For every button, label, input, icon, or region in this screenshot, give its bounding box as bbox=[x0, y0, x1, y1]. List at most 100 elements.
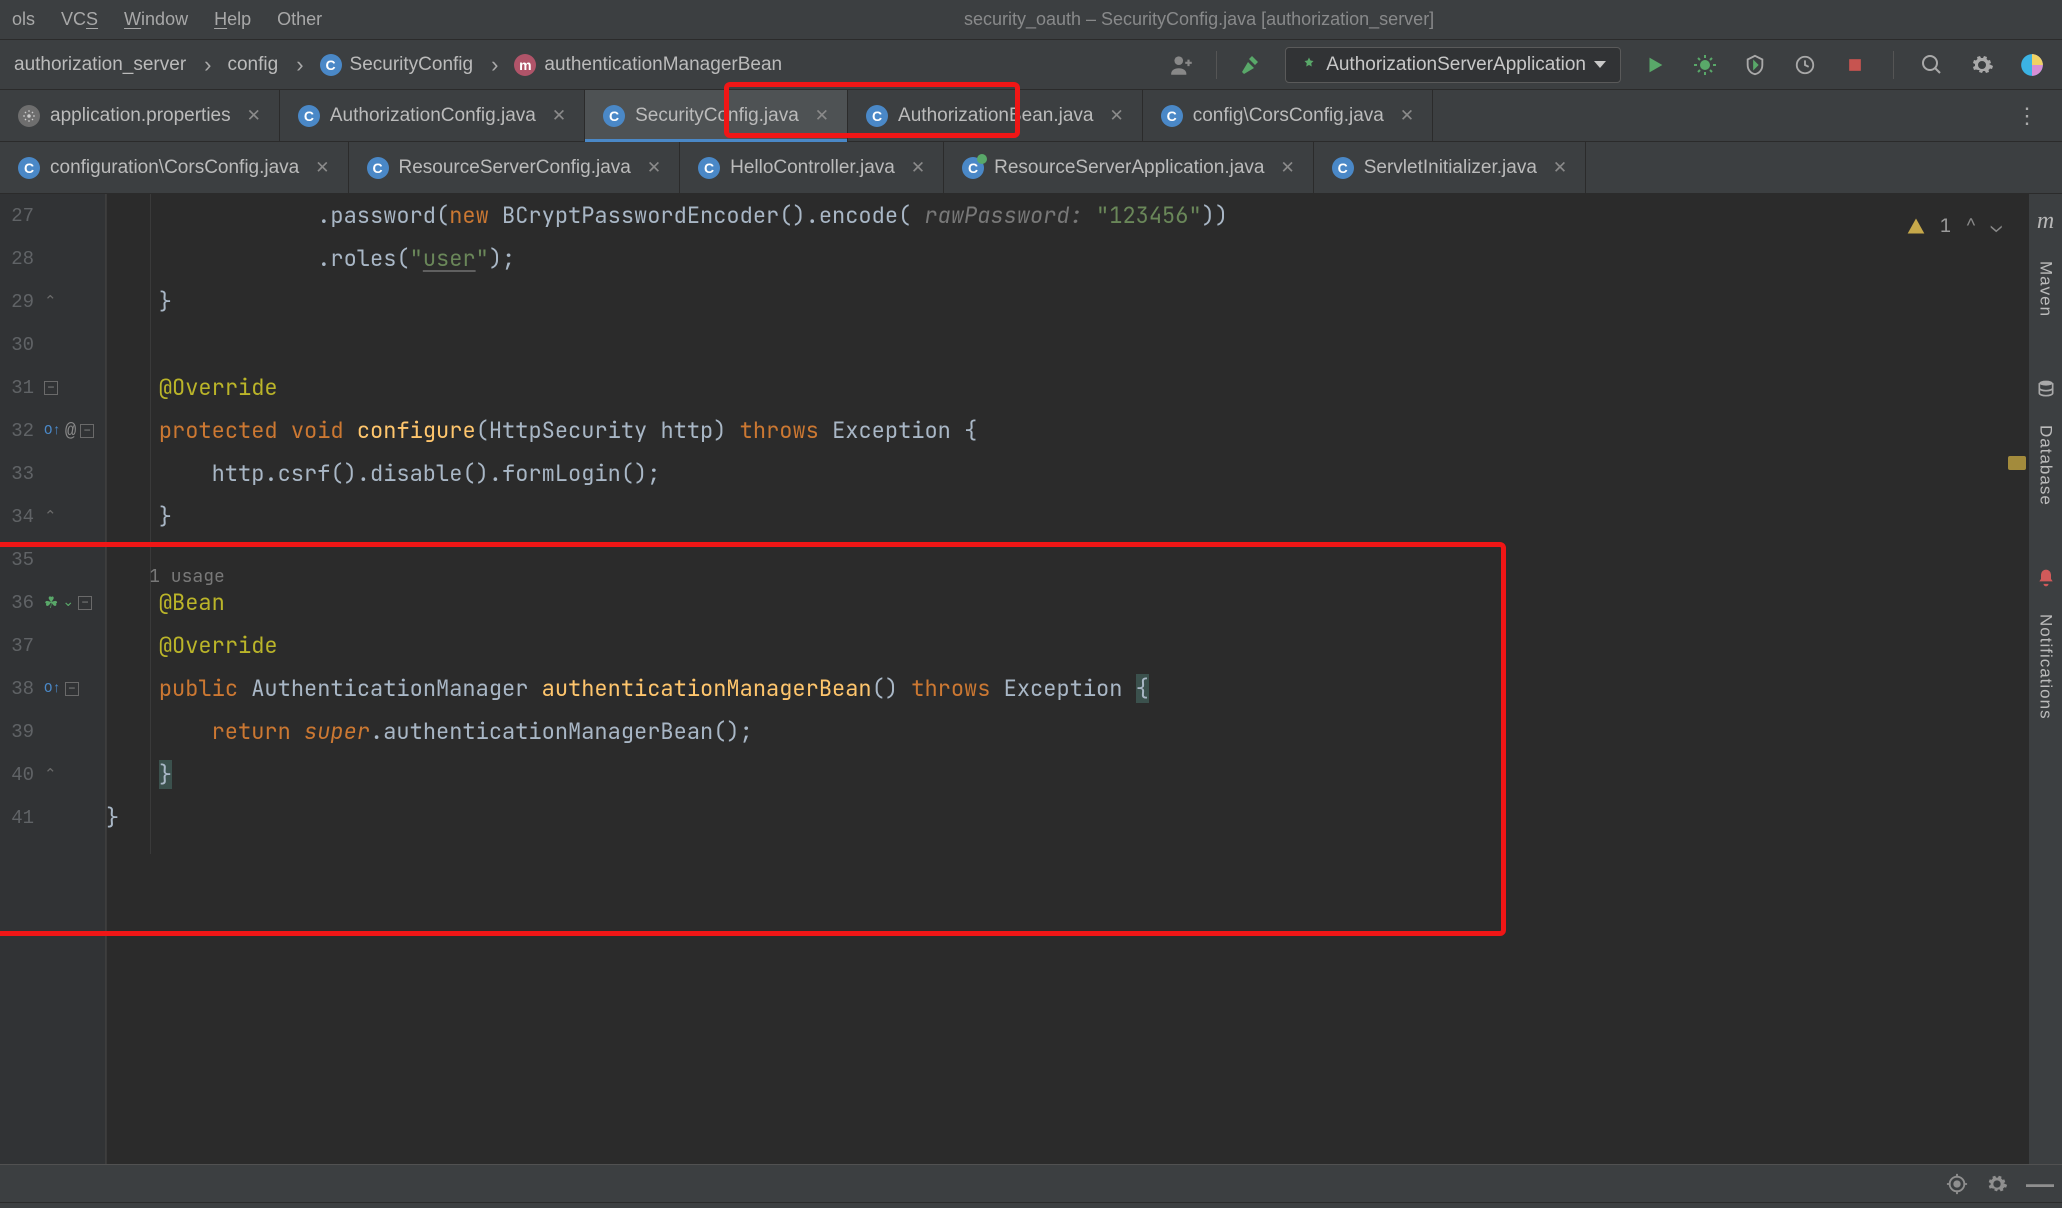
maven-tool-button[interactable]: m bbox=[2037, 208, 2054, 235]
add-user-icon[interactable] bbox=[1166, 49, 1198, 81]
override-up-icon[interactable]: O↑ bbox=[44, 681, 61, 697]
editor-tab[interactable]: CAuthorizationBean.java✕ bbox=[848, 90, 1143, 141]
properties-icon bbox=[18, 105, 40, 127]
tabs-overflow-button[interactable]: ⋮ bbox=[1996, 90, 2062, 141]
code-line: } bbox=[106, 796, 119, 839]
run-coverage-button[interactable] bbox=[1739, 49, 1771, 81]
code-line: http.csrf().disable().formLogin(); bbox=[106, 452, 660, 495]
breadcrumbs: authorization_server config CSecurityCon… bbox=[14, 52, 782, 78]
inspection-widget[interactable]: 1 ^ ⌄ bbox=[1906, 204, 2002, 247]
class-icon: C bbox=[298, 105, 320, 127]
class-icon: C bbox=[320, 54, 342, 76]
code-editor[interactable]: 1 ^ ⌄ .password(new BCryptPasswordEncode… bbox=[106, 194, 2062, 1164]
close-icon[interactable]: ✕ bbox=[1280, 158, 1294, 178]
close-icon[interactable]: ✕ bbox=[552, 106, 566, 126]
tab-label: ResourceServerApplication.java bbox=[994, 157, 1264, 179]
code-line: public AuthenticationManager authenticat… bbox=[106, 667, 1149, 710]
tab-label: configuration\CorsConfig.java bbox=[50, 157, 299, 179]
fold-end-icon[interactable]: ⌃ bbox=[44, 507, 57, 526]
editor-tab[interactable]: CHelloController.java✕ bbox=[680, 142, 944, 193]
settings-icon[interactable] bbox=[1966, 49, 1998, 81]
breadcrumb-package[interactable]: config bbox=[227, 52, 309, 78]
line-number: 30 bbox=[0, 334, 38, 356]
search-icon[interactable] bbox=[1916, 49, 1948, 81]
editor-tab[interactable]: CSecurityConfig.java✕ bbox=[585, 90, 848, 141]
notifications-label[interactable]: Notifications bbox=[2036, 614, 2056, 720]
tab-label: config\CorsConfig.java bbox=[1193, 105, 1384, 127]
debug-button[interactable] bbox=[1689, 49, 1721, 81]
notifications-icon[interactable] bbox=[2036, 568, 2056, 588]
code-line: @Override bbox=[106, 366, 278, 409]
menu-vcs[interactable]: VCS bbox=[61, 9, 98, 30]
code-line: .password(new BCryptPasswordEncoder().en… bbox=[106, 194, 1228, 237]
line-number: 40 bbox=[0, 764, 38, 786]
maven-label[interactable]: Maven bbox=[2036, 261, 2056, 317]
class-icon: C bbox=[18, 157, 40, 179]
close-icon[interactable]: ✕ bbox=[1109, 106, 1123, 126]
ide-logo-icon[interactable] bbox=[2016, 49, 2048, 81]
line-number: 39 bbox=[0, 721, 38, 743]
database-label[interactable]: Database bbox=[2036, 425, 2056, 506]
code-line: } bbox=[106, 280, 172, 323]
close-icon[interactable]: ✕ bbox=[247, 106, 261, 126]
override-up-icon[interactable]: O↑ bbox=[44, 423, 61, 439]
close-icon[interactable]: ✕ bbox=[315, 158, 329, 178]
profiler-button[interactable] bbox=[1789, 49, 1821, 81]
run-button[interactable] bbox=[1639, 49, 1671, 81]
close-icon[interactable]: ✕ bbox=[1400, 106, 1414, 126]
fold-end-icon[interactable]: ⌃ bbox=[44, 292, 57, 311]
editor-tab[interactable]: Cconfig\CorsConfig.java ✕ bbox=[1143, 90, 1433, 141]
menu-window[interactable]: Window bbox=[124, 9, 188, 30]
database-icon[interactable] bbox=[2036, 379, 2056, 399]
run-configuration-selector[interactable]: AuthorizationServerApplication bbox=[1285, 47, 1621, 83]
close-icon[interactable]: ✕ bbox=[815, 106, 829, 126]
breadcrumb-class[interactable]: CSecurityConfig bbox=[320, 52, 505, 78]
code-line: protected void configure(HttpSecurity ht… bbox=[106, 409, 977, 452]
class-icon: C bbox=[1161, 105, 1183, 127]
code-line: } bbox=[106, 495, 172, 538]
editor-gutter[interactable]: 272829⌃3031−32O↑ @ −3334⌃3536☘⌄ −3738O↑ … bbox=[0, 194, 106, 1164]
editor-tab[interactable]: Cconfiguration\CorsConfig.java ✕ bbox=[0, 142, 349, 193]
bean-icon[interactable]: ☘ bbox=[44, 593, 58, 613]
stop-button[interactable] bbox=[1839, 49, 1871, 81]
code-line: @Bean bbox=[106, 581, 225, 624]
method-icon: m bbox=[514, 54, 536, 76]
hammer-icon[interactable] bbox=[1235, 49, 1267, 81]
fold-end-icon[interactable]: ⌃ bbox=[44, 765, 57, 784]
class-icon: C bbox=[367, 157, 389, 179]
navigation-bar: authorization_server config CSecurityCon… bbox=[0, 40, 2062, 90]
editor-tabs-row-1: application.properties✕CAuthorizationCon… bbox=[0, 90, 2062, 142]
minimize-button[interactable]: — bbox=[2026, 1168, 2054, 1200]
close-icon[interactable]: ✕ bbox=[1553, 158, 1567, 178]
warning-icon bbox=[1906, 216, 1926, 236]
close-icon[interactable]: ✕ bbox=[911, 158, 925, 178]
breadcrumb-module[interactable]: authorization_server bbox=[14, 52, 217, 78]
chevron-down-icon[interactable]: ⌄ bbox=[1991, 204, 2002, 247]
editor-tab[interactable]: CResourceServerConfig.java✕ bbox=[349, 142, 681, 193]
editor-tab[interactable]: CServletInitializer.java✕ bbox=[1314, 142, 1586, 193]
menu-tools[interactable]: ols bbox=[12, 9, 35, 30]
target-icon[interactable] bbox=[1946, 1173, 1968, 1195]
editor-tab[interactable]: C ResourceServerApplication.java ✕ bbox=[944, 142, 1314, 193]
line-number: 41 bbox=[0, 807, 38, 829]
fold-toggle-icon[interactable]: − bbox=[80, 424, 94, 438]
fold-toggle-icon[interactable]: − bbox=[44, 381, 58, 395]
editor-tab[interactable]: CAuthorizationConfig.java✕ bbox=[280, 90, 585, 141]
menu-help[interactable]: Help bbox=[214, 9, 251, 30]
class-icon: C bbox=[1332, 157, 1354, 179]
scrollbar-marker[interactable] bbox=[2008, 456, 2026, 470]
gear-icon[interactable] bbox=[1986, 1173, 2008, 1195]
line-number: 27 bbox=[0, 205, 38, 227]
menu-other[interactable]: Other bbox=[277, 9, 322, 30]
implements-down-icon[interactable]: ⌄ bbox=[62, 594, 74, 611]
tool-window-bar: gger Console Actuator ≡ CSDN @从入门小白到小黑 bbox=[0, 1202, 2062, 1208]
close-icon[interactable]: ✕ bbox=[647, 158, 661, 178]
fold-toggle-icon[interactable]: − bbox=[78, 596, 92, 610]
tab-label: AuthorizationBean.java bbox=[898, 105, 1093, 127]
code-line: return super.authenticationManagerBean()… bbox=[106, 710, 753, 753]
fold-toggle-icon[interactable]: − bbox=[65, 682, 79, 696]
class-run-icon: C bbox=[962, 157, 984, 179]
breadcrumb-method[interactable]: mauthenticationManagerBean bbox=[514, 54, 782, 76]
chevron-up-icon[interactable]: ^ bbox=[1965, 204, 1976, 247]
editor-tab[interactable]: application.properties✕ bbox=[0, 90, 280, 141]
